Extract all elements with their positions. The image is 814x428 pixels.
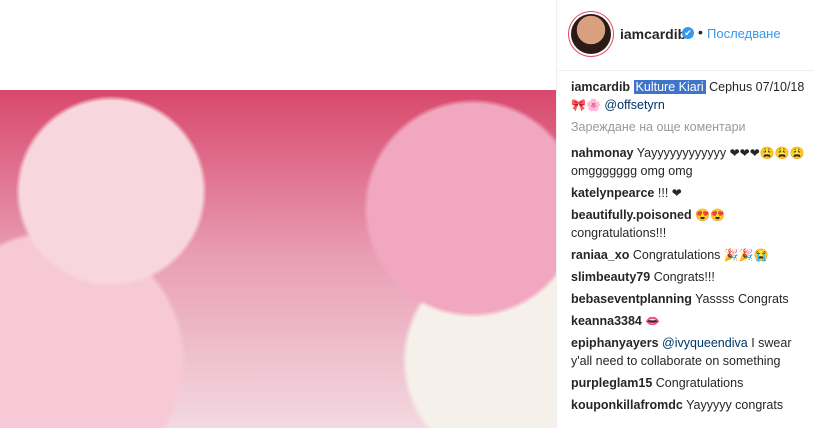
comment-username[interactable]: beautifully.poisoned: [571, 208, 692, 222]
comment-username[interactable]: epiphanyayers: [571, 336, 659, 350]
comment-text: Congratulations: [655, 376, 744, 390]
caption-emoji: 🎀🌸: [571, 98, 601, 112]
post-sidebar: iamcardib ✔ • Последване iamcardib Kultu…: [556, 0, 814, 428]
post-photo[interactable]: [0, 90, 556, 428]
comment-text: Congratulations: [632, 248, 721, 262]
comment-text-2: congratulations!!!: [571, 226, 667, 240]
post-header: iamcardib ✔ • Последване: [557, 0, 814, 71]
comment-list: iamcardib Kulture Kiari Cephus 07/10/18 …: [557, 78, 814, 418]
comment-item: keanna3384 👄: [571, 312, 807, 330]
post-photo-area: [0, 0, 556, 428]
caption-highlighted-text: Kulture Kiari: [633, 80, 706, 94]
comment-item: bebaseventplanning Yassss Congrats: [571, 290, 807, 308]
comment-username[interactable]: nahmonay: [571, 146, 634, 160]
avatar[interactable]: [571, 14, 611, 54]
caption-text: Cephus 07/10/18: [709, 80, 805, 94]
comment-item: purpleglam15 Congratulations: [571, 374, 807, 392]
comment-text: Yassss Congrats: [695, 292, 789, 306]
comment-username[interactable]: katelynpearce: [571, 186, 654, 200]
comment-item: kouponkillafromdc Yayyyyy congrats: [571, 396, 807, 414]
verified-badge-icon: ✔: [682, 27, 694, 39]
comment-item: nahmonay Yayyyyyyyyyyyy ❤❤❤😩😩😩 omggggggg…: [571, 144, 807, 180]
comment-username[interactable]: keanna3384: [571, 314, 642, 328]
username-link[interactable]: iamcardib: [620, 26, 686, 42]
comment-username[interactable]: purpleglam15: [571, 376, 652, 390]
caption-username[interactable]: iamcardib: [571, 80, 630, 94]
comment-username[interactable]: kouponkillafromdc: [571, 398, 683, 412]
comment-mention[interactable]: @ivyqueendiva: [662, 336, 748, 350]
comment-emoji: ❤: [671, 186, 682, 200]
comment-text: Yayyyyyyyyyyyy: [636, 146, 727, 160]
caption-mention[interactable]: @offsetyrn: [604, 98, 664, 112]
comment-emoji: 🎉🎉😭: [723, 248, 769, 262]
comment-emoji: 👄: [645, 314, 661, 328]
comment-username[interactable]: raniaa_xo: [571, 248, 629, 262]
follow-button[interactable]: Последване: [707, 26, 781, 41]
separator-dot: •: [698, 24, 703, 40]
comment-username[interactable]: bebaseventplanning: [571, 292, 692, 306]
comment-item: raniaa_xo Congratulations 🎉🎉😭: [571, 246, 807, 264]
comment-item: katelynpearce !!! ❤: [571, 184, 807, 202]
comment-emoji: 😍😍: [695, 208, 725, 222]
comment-emoji: ❤❤❤😩😩😩: [729, 146, 805, 160]
load-more-comments-button[interactable]: Зареждане на още коментари: [571, 120, 807, 134]
comment-item: slimbeauty79 Congrats!!!: [571, 268, 807, 286]
comment-text: !!!: [657, 186, 669, 200]
comment-text: Congrats!!!: [653, 270, 715, 284]
comment-text-2: omggggggg omg omg: [571, 164, 693, 178]
comment-item: epiphanyayers @ivyqueendiva I swear y'al…: [571, 334, 807, 370]
comment-text: Yayyyyy congrats: [686, 398, 784, 412]
comment-item: beautifully.poisoned 😍😍 congratulations!…: [571, 206, 807, 242]
comment-username[interactable]: slimbeauty79: [571, 270, 650, 284]
caption: iamcardib Kulture Kiari Cephus 07/10/18 …: [571, 78, 807, 114]
